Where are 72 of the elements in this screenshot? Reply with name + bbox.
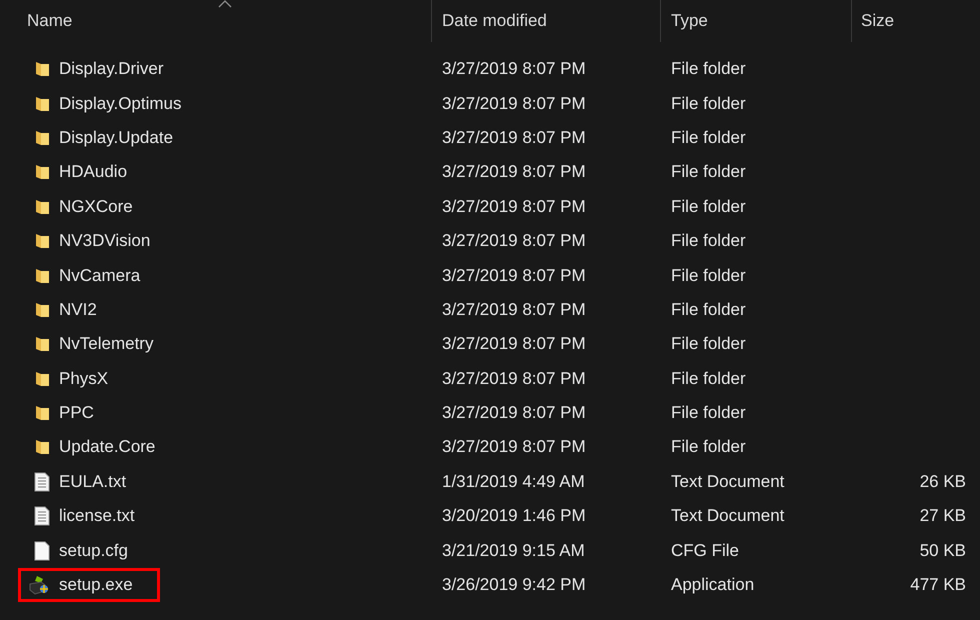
file-type: Text Document <box>670 472 786 492</box>
file-name[interactable]: PhysX <box>59 368 108 389</box>
file-size: 50 KB <box>920 540 966 560</box>
date-modified: 3/27/2019 8:07 PM <box>441 334 587 354</box>
text-document-icon <box>33 472 51 492</box>
column-header[interactable]: Name <box>27 11 72 31</box>
file-name[interactable]: NvCamera <box>59 266 140 286</box>
file-type: Text Document <box>670 506 786 526</box>
folder-icon <box>33 404 51 422</box>
folder-icon <box>33 438 51 456</box>
file-name[interactable]: Display.Driver <box>59 59 164 80</box>
folder-icon <box>33 163 51 182</box>
date-modified: 3/27/2019 8:07 PM <box>441 94 587 114</box>
date-modified: 3/27/2019 8:07 PM <box>441 59 587 80</box>
folder-icon <box>33 198 51 216</box>
folder-icon <box>33 128 51 147</box>
file-type: File folder <box>670 196 747 217</box>
file-name[interactable]: HDAudio <box>59 162 128 182</box>
file-name[interactable]: Display.Update <box>59 128 174 148</box>
file-name[interactable]: Update.Core <box>59 437 156 458</box>
file-type: File folder <box>670 368 747 389</box>
file-size: 26 KB <box>920 472 966 491</box>
file-type: File folder <box>670 162 747 182</box>
date-modified: 3/27/2019 8:07 PM <box>441 300 587 320</box>
file-icon <box>33 540 51 561</box>
date-modified: 3/27/2019 8:07 PM <box>441 437 587 458</box>
file-type: CFG File <box>670 540 740 561</box>
date-modified: 3/27/2019 8:07 PM <box>441 162 587 182</box>
date-modified: 1/31/2019 4:49 AM <box>441 472 586 492</box>
file-type: File folder <box>670 231 747 252</box>
file-name[interactable]: NGXCore <box>59 196 133 217</box>
file-type: Application <box>670 575 756 596</box>
column-header[interactable]: Size <box>861 11 894 31</box>
folder-icon <box>33 232 51 250</box>
file-name[interactable]: Display.Optimus <box>59 94 182 114</box>
folder-icon <box>33 300 51 319</box>
folder-icon <box>33 60 51 78</box>
date-modified: 3/27/2019 8:07 PM <box>441 266 587 286</box>
date-modified: 3/20/2019 1:46 PM <box>441 506 587 526</box>
folder-icon <box>33 266 51 285</box>
folder-icon <box>33 94 51 113</box>
file-name[interactable]: setup.cfg <box>59 540 128 561</box>
file-name[interactable]: PPC <box>59 403 94 424</box>
text-document-icon <box>33 506 51 526</box>
file-type: File folder <box>670 403 747 424</box>
file-name[interactable]: license.txt <box>59 506 135 526</box>
file-name[interactable]: NvTelemetry <box>59 334 154 354</box>
file-type: File folder <box>670 59 747 80</box>
file-type: File folder <box>670 128 747 148</box>
date-modified: 3/26/2019 9:42 PM <box>441 575 587 596</box>
date-modified: 3/27/2019 8:07 PM <box>441 196 587 217</box>
file-size: 27 KB <box>920 506 966 526</box>
date-modified: 3/27/2019 8:07 PM <box>441 128 587 148</box>
installer-icon <box>29 575 51 596</box>
file-name[interactable]: setup.exe <box>59 575 133 596</box>
file-type: File folder <box>670 300 747 320</box>
file-type: File folder <box>670 266 747 286</box>
file-type: File folder <box>670 334 747 354</box>
folder-icon <box>33 370 51 388</box>
folder-icon <box>33 335 51 354</box>
date-modified: 3/27/2019 8:07 PM <box>441 231 587 252</box>
file-name[interactable]: EULA.txt <box>59 472 126 492</box>
file-type: File folder <box>670 94 747 114</box>
date-modified: 3/21/2019 9:15 AM <box>441 540 586 561</box>
date-modified: 3/27/2019 8:07 PM <box>441 368 587 389</box>
file-name[interactable]: NVI2 <box>59 300 97 320</box>
column-header[interactable]: Date modified <box>442 11 547 31</box>
file-name[interactable]: NV3DVision <box>59 231 150 252</box>
date-modified: 3/27/2019 8:07 PM <box>441 403 587 424</box>
column-header[interactable]: Type <box>671 11 708 31</box>
file-size: 477 KB <box>910 575 966 594</box>
file-type: File folder <box>670 437 747 458</box>
